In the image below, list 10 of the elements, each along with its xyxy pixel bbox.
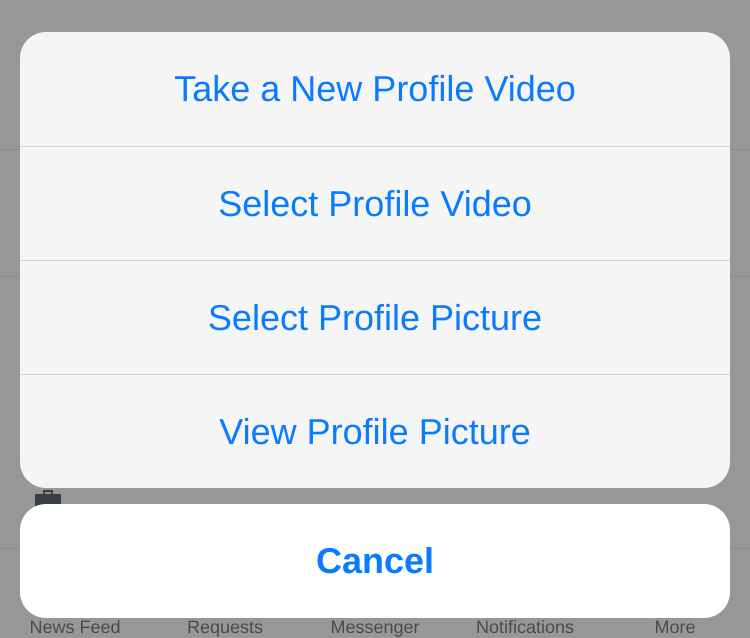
action-sheet-option[interactable]: View Profile Picture	[20, 374, 730, 488]
tab-bar-item[interactable]: News Feed	[0, 618, 150, 637]
cancel-button[interactable]: Cancel	[20, 504, 730, 618]
tab-bar-item[interactable]: Notifications	[450, 618, 600, 637]
action-sheet-option[interactable]: Take a New Profile Video	[20, 32, 730, 146]
action-sheet-option[interactable]: Select Profile Picture	[20, 260, 730, 374]
tab-bar-item[interactable]: More	[600, 618, 750, 637]
tab-bar-item[interactable]: Messenger	[300, 618, 450, 637]
tab-bar-item[interactable]: Requests	[150, 618, 300, 637]
action-sheet-option[interactable]: Select Profile Video	[20, 146, 730, 260]
